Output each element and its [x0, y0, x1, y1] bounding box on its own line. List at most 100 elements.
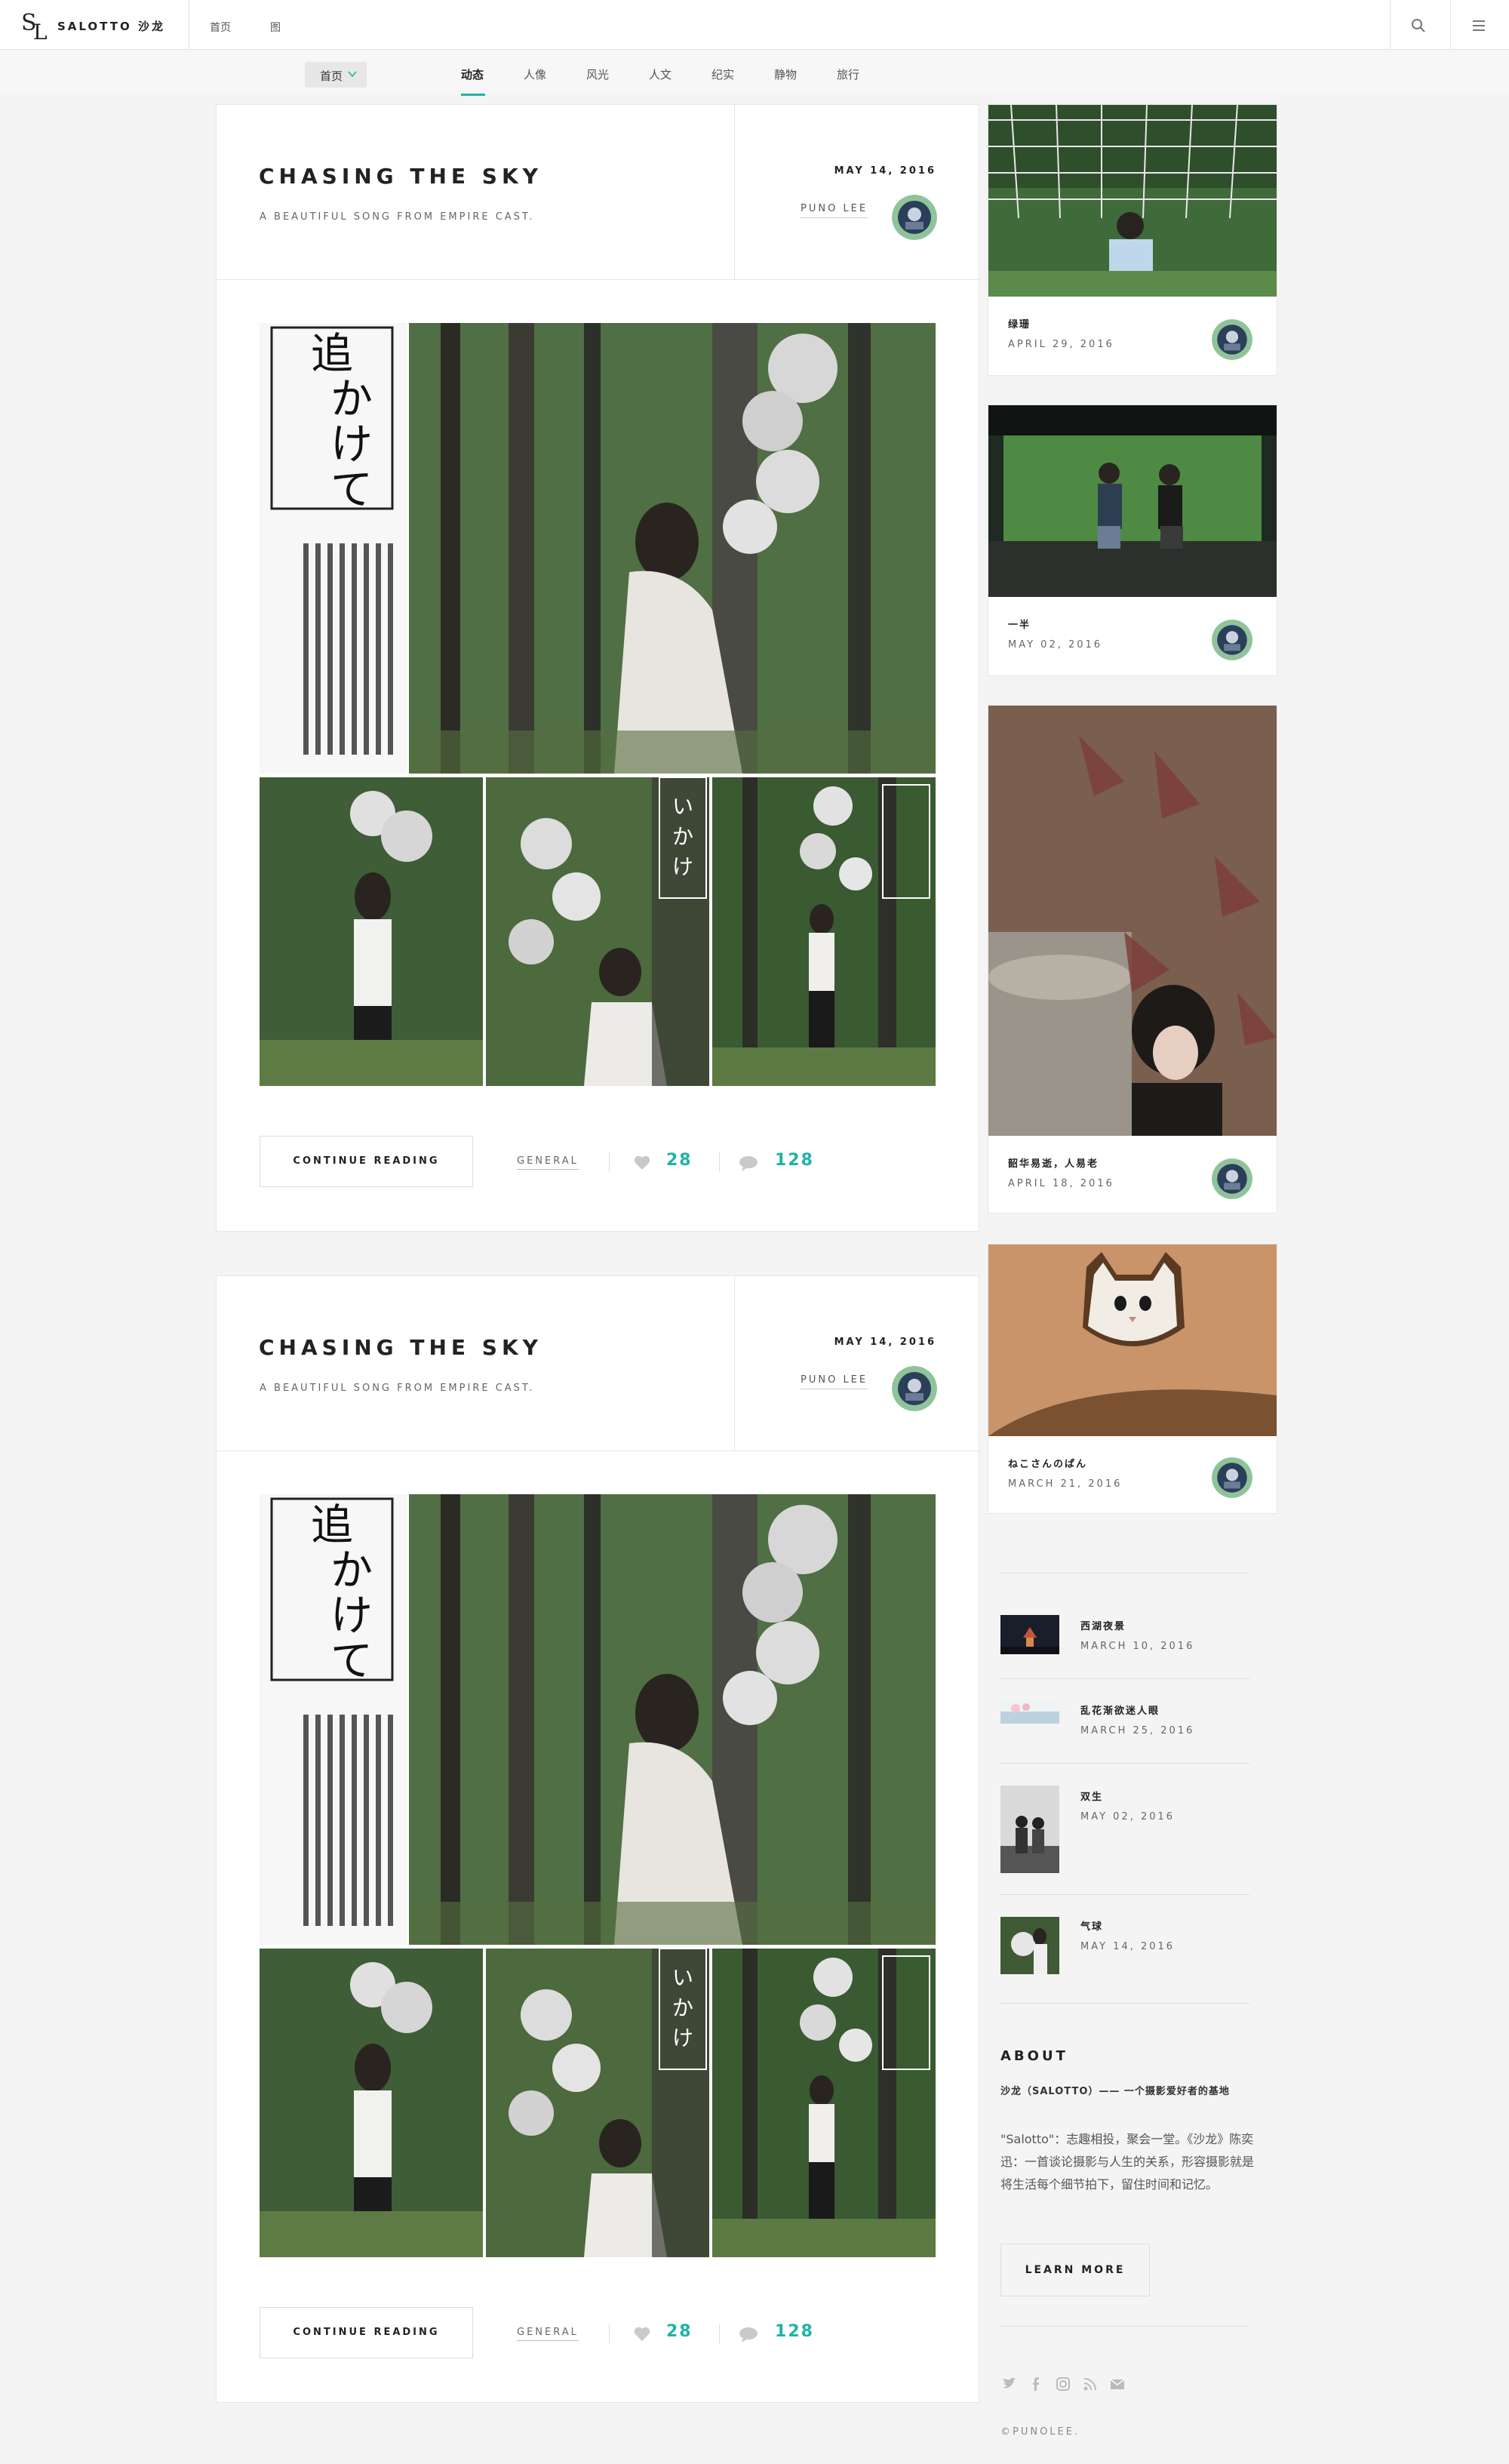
category-bar — [0, 51, 1509, 94]
divider — [1390, 0, 1391, 50]
home-dropdown-label: 首页 — [320, 69, 343, 83]
side-post-date: MAY 02, 2016 — [1008, 639, 1103, 651]
avatar[interactable] — [1212, 620, 1252, 660]
copyright: ©PUNOLEE. — [1000, 2426, 1080, 2438]
side-post-image[interactable] — [988, 405, 1277, 597]
recent-post-date: MAY 02, 2016 — [1080, 1811, 1176, 1823]
like-count: 28 — [666, 1151, 693, 1170]
learn-more-button[interactable]: LEARN MORE — [1000, 2244, 1150, 2296]
post-collage-image[interactable]: 追 か け て い か け — [260, 1494, 936, 2257]
post-date: MAY 14, 2016 — [834, 1337, 936, 1348]
post-title[interactable]: CHASING THE SKY — [259, 1335, 542, 1360]
search-icon[interactable] — [1409, 17, 1428, 35]
side-post-image[interactable] — [988, 105, 1277, 297]
post-header: CHASING THE SKY A BEAUTIFUL SONG FROM EM… — [217, 1276, 980, 1451]
mail-icon[interactable] — [1109, 2376, 1126, 2392]
recent-post-title[interactable]: 西湖夜景 — [1080, 1618, 1126, 1632]
svg-text:か: か — [330, 375, 373, 424]
comment-icon[interactable] — [739, 1155, 758, 1172]
tab-humanity[interactable]: 人文 — [649, 66, 672, 82]
facebook-icon[interactable] — [1028, 2376, 1044, 2392]
svg-text:け: け — [330, 1592, 373, 1641]
divider — [719, 2324, 720, 2343]
menu-icon[interactable] — [1470, 17, 1488, 35]
side-post-date: APRIL 29, 2016 — [1008, 339, 1114, 350]
divider — [1000, 2003, 1249, 2004]
avatar[interactable] — [1212, 319, 1252, 360]
side-post-card[interactable]: 一半 MAY 02, 2016 — [988, 405, 1277, 676]
about-lead: 沙龙（SALOTTO）—— 一个摄影爱好者的基地 — [1000, 2086, 1230, 2097]
post-title[interactable]: CHASING THE SKY — [259, 164, 542, 189]
avatar[interactable] — [1212, 1457, 1252, 1498]
logo-icon[interactable]: S L — [20, 8, 53, 42]
post-category[interactable]: GENERAL — [517, 1155, 579, 1170]
avatar[interactable] — [892, 1366, 937, 1411]
heart-icon[interactable] — [633, 2325, 651, 2342]
continue-reading-button[interactable]: CONTINUE READING — [260, 2307, 473, 2358]
svg-text:て: て — [330, 466, 373, 515]
chevron-down-icon — [348, 71, 357, 78]
nav-link-home[interactable]: 首页 — [210, 20, 231, 35]
avatar[interactable] — [892, 195, 937, 240]
side-post-image[interactable] — [988, 1244, 1277, 1436]
divider — [734, 1276, 735, 1451]
post-card: CHASING THE SKY A BEAUTIFUL SONG FROM EM… — [216, 104, 980, 1232]
tab-still-life[interactable]: 静物 — [774, 66, 797, 82]
comment-count: 128 — [775, 2322, 814, 2341]
post-collage-image[interactable]: 追 か け て い か け — [260, 323, 936, 1086]
home-dropdown[interactable]: 首页 — [305, 62, 367, 88]
comment-count: 128 — [775, 1151, 814, 1170]
avatar[interactable] — [1212, 1158, 1252, 1199]
post-subtitle: A BEAUTIFUL SONG FROM EMPIRE CAST. — [260, 211, 535, 223]
side-post-title[interactable]: 一半 — [1008, 617, 1031, 631]
tab-travel[interactable]: 旅行 — [837, 66, 859, 82]
post-category[interactable]: GENERAL — [517, 2327, 579, 2341]
svg-text:い: い — [672, 1965, 693, 1990]
instagram-icon[interactable] — [1055, 2376, 1071, 2392]
divider — [1000, 1894, 1249, 1895]
like-count: 28 — [666, 2322, 693, 2341]
svg-text:け: け — [672, 2026, 693, 2050]
side-post-card[interactable]: ねこさんのぱん MARCH 21, 2016 — [988, 1244, 1277, 1514]
brand-name[interactable]: SALOTTO 沙龙 — [57, 18, 165, 34]
svg-text:追: 追 — [311, 330, 353, 379]
divider — [1000, 2326, 1249, 2327]
tab-landscape[interactable]: 风光 — [586, 66, 609, 82]
side-post-title[interactable]: 韶华易逝，人易老 — [1008, 1155, 1099, 1170]
post-header: CHASING THE SKY A BEAUTIFUL SONG FROM EM… — [217, 105, 980, 280]
continue-reading-button[interactable]: CONTINUE READING — [260, 1136, 473, 1187]
recent-post-thumbnail[interactable] — [1000, 1917, 1059, 1974]
comment-icon[interactable] — [739, 2327, 758, 2343]
svg-text:L: L — [33, 20, 48, 42]
post-card: CHASING THE SKY A BEAUTIFUL SONG FROM EM… — [216, 1275, 980, 2403]
post-author[interactable]: PUNO LEE — [801, 1374, 868, 1389]
divider — [719, 1152, 720, 1172]
side-post-card[interactable]: 韶华易逝，人易老 APRIL 18, 2016 — [988, 705, 1277, 1214]
divider — [1450, 0, 1451, 50]
recent-post-thumbnail[interactable] — [1000, 1786, 1059, 1873]
svg-text:け: け — [672, 854, 693, 879]
heart-icon[interactable] — [633, 1154, 651, 1170]
divider — [1000, 1678, 1249, 1679]
about-body: "Salotto"：志趣相投，聚会一堂。《沙龙》陈奕迅：一首谈论摄影与人生的关系… — [1000, 2132, 1255, 2192]
side-post-card[interactable]: 绿珊 APRIL 29, 2016 — [988, 104, 1277, 376]
recent-post-thumbnail[interactable] — [1000, 1615, 1059, 1654]
post-author[interactable]: PUNO LEE — [801, 203, 868, 218]
twitter-icon[interactable] — [1000, 2376, 1017, 2392]
about-heading: ABOUT — [1000, 2048, 1068, 2064]
side-post-title[interactable]: 绿珊 — [1008, 316, 1031, 331]
tab-dynamic[interactable]: 动态 — [461, 66, 484, 82]
recent-post-title[interactable]: 气球 — [1080, 1918, 1103, 1933]
recent-post-title[interactable]: 双生 — [1080, 1789, 1103, 1803]
side-post-image[interactable] — [988, 706, 1277, 1136]
side-post-title[interactable]: ねこさんのぱん — [1008, 1456, 1087, 1470]
svg-text:か: か — [672, 1995, 693, 2020]
nav-link-gallery[interactable]: 图 — [270, 20, 281, 35]
tab-portrait[interactable]: 人像 — [524, 66, 546, 82]
recent-post-thumbnail[interactable] — [1000, 1701, 1059, 1724]
recent-post-date: MARCH 25, 2016 — [1080, 1725, 1195, 1736]
tab-documentary[interactable]: 纪实 — [711, 66, 734, 82]
rss-icon[interactable] — [1082, 2376, 1099, 2392]
recent-post-date: MAY 14, 2016 — [1080, 1941, 1176, 1952]
recent-post-title[interactable]: 乱花渐欲迷人眼 — [1080, 1703, 1160, 1717]
